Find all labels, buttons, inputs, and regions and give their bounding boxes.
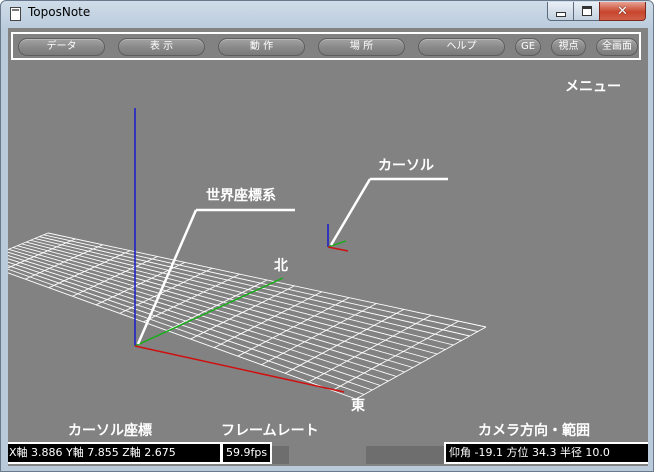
frame-rate-label: フレームレート — [221, 423, 319, 439]
cursor-coords-readout: X軸 3.886 Y軸 7.855 Z軸 2.675 — [8, 442, 222, 464]
toolbar: データ 表 示 動 作 場 所 ヘルプ GE 視点 全画面 — [11, 32, 641, 60]
menu-label: メニュー — [565, 79, 621, 95]
viewpoint-button[interactable]: 視点 — [551, 38, 586, 56]
grid-line — [8, 268, 365, 395]
grid-line — [8, 251, 405, 373]
maximize-icon — [581, 6, 592, 16]
close-button[interactable]: ✕ — [599, 2, 646, 21]
ge-button[interactable]: GE — [515, 38, 541, 56]
camera-readout: 仰角 -19.1 方位 34.3 半径 10.0 — [444, 442, 648, 464]
cursor-coords-label: カーソル座標 — [68, 423, 152, 439]
minimize-icon — [555, 11, 566, 17]
window-title: ToposNote — [28, 5, 91, 19]
view-menu-button[interactable]: 表 示 — [118, 38, 205, 56]
grid-line — [26, 241, 446, 350]
grid-line — [30, 239, 454, 346]
status-spacer — [366, 446, 444, 464]
cursor-x-axis — [327, 246, 349, 252]
grid-line — [21, 243, 438, 355]
title-bar[interactable]: ToposNote ✕ — [1, 1, 653, 27]
cursor-label: カーソル — [378, 158, 434, 174]
world-x-axis — [134, 345, 345, 393]
status-spacer — [271, 446, 289, 464]
grid-line — [43, 234, 478, 332]
app-window: ToposNote ✕ データ 表 示 動 作 場 所 ヘルプ GE 視点 全画… — [0, 0, 654, 472]
north-label: 北 — [274, 258, 288, 274]
grid-line — [8, 261, 381, 386]
cursor-leader — [329, 178, 372, 246]
close-icon: ✕ — [617, 3, 628, 19]
minimize-button[interactable] — [547, 2, 574, 21]
scene-canvas[interactable] — [8, 28, 648, 466]
place-menu-button[interactable]: 場 所 — [318, 38, 405, 56]
east-label: 東 — [351, 398, 365, 414]
grid-line — [8, 265, 373, 391]
data-menu-button[interactable]: データ — [18, 38, 105, 56]
action-menu-button[interactable]: 動 作 — [218, 38, 305, 56]
help-menu-button[interactable]: ヘルプ — [418, 38, 505, 56]
camera-label: カメラ方向・範囲 — [478, 423, 590, 439]
grid-line — [17, 245, 430, 359]
app-icon — [10, 7, 21, 21]
viewport-3d[interactable]: データ 表 示 動 作 場 所 ヘルプ GE 視点 全画面 メニュー カーソル … — [8, 28, 648, 466]
maximize-button[interactable] — [573, 2, 600, 21]
fps-readout: 59.9fps — [221, 442, 272, 464]
fullscreen-button[interactable]: 全画面 — [596, 38, 638, 56]
world-axes-label: 世界座標系 — [206, 188, 276, 204]
